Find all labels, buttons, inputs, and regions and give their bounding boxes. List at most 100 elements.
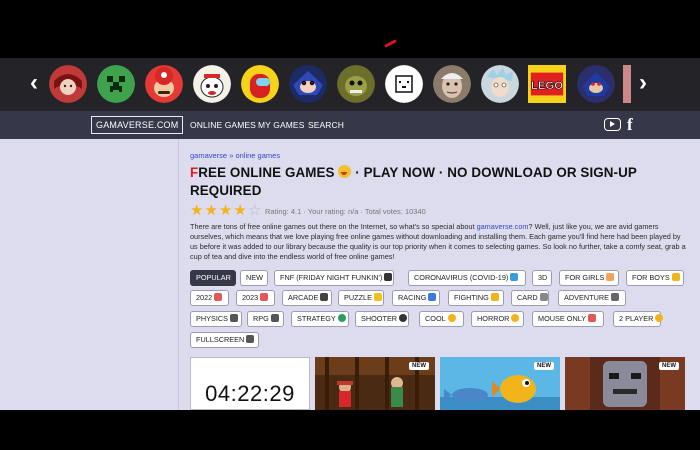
tag-label: CORONAVIRUS (COVID-19) (414, 273, 509, 282)
title-part1: REE ONLINE GAMES (198, 165, 335, 180)
fist-icon (490, 293, 499, 301)
star-2[interactable]: ★ (204, 203, 217, 218)
character-creeper[interactable] (97, 65, 135, 103)
game-tile-2[interactable]: NEW (440, 357, 560, 410)
tag-2-player[interactable]: 2 PLAYER (613, 311, 664, 327)
tag-label: RACING (398, 293, 427, 302)
star-5[interactable]: ☆ (248, 203, 261, 218)
tag-shooter[interactable]: SHOOTER (355, 311, 409, 327)
character-among-us[interactable] (241, 65, 279, 103)
tag-card[interactable]: CARD (511, 290, 549, 306)
scared-face-icon (511, 314, 520, 322)
tag-label: 2023 (242, 293, 259, 302)
character-cuphead[interactable] (193, 65, 231, 103)
character-fnf-girlfriend[interactable] (49, 65, 87, 103)
countdown-tile[interactable]: 04:22:29 (190, 357, 310, 410)
tag-mouse-only[interactable]: MOUSE ONLY (532, 311, 604, 327)
bottom-black-bar (0, 410, 700, 450)
tag-label: NEW (246, 273, 264, 282)
pill-icon (510, 273, 519, 281)
tag-2022[interactable]: 2022 (190, 290, 229, 306)
girl-icon (606, 273, 615, 281)
character-mario[interactable] (145, 65, 183, 103)
character-sonic-dark[interactable] (577, 65, 615, 103)
countdown-timer: 04:22:29 (205, 381, 295, 406)
tag-label: ARCADE (288, 293, 319, 302)
tag-physics[interactable]: PHYSICS (190, 311, 242, 327)
mouse-icon (588, 314, 597, 322)
description-link[interactable]: gamaverse.com (477, 222, 529, 231)
tag-label: ADVENTURE (564, 293, 610, 302)
faces-icon (655, 314, 664, 322)
carousel-next-button[interactable]: › (632, 68, 654, 98)
tag-fighting[interactable]: FIGHTING (448, 290, 504, 306)
carousel-prev-button[interactable]: ‹ (23, 68, 45, 98)
rating-summary: Rating: 4.1 · Your rating: n/a · Total v… (265, 207, 426, 216)
tag-racing[interactable]: RACING (392, 290, 440, 306)
facebook-icon[interactable]: f (627, 115, 633, 135)
calendar-icon (214, 293, 223, 301)
tag-horror[interactable]: HORROR (471, 311, 524, 327)
bulb-icon (373, 293, 382, 301)
tag-label: RPG (253, 314, 269, 323)
tag-2023[interactable]: 2023 (236, 290, 275, 306)
star-3[interactable]: ★ (219, 203, 232, 218)
chat-icon (270, 314, 279, 322)
character-partial[interactable] (623, 65, 631, 103)
tag-fnf[interactable]: FNF (FRIDAY NIGHT FUNKIN') (274, 270, 394, 286)
tag-puzzle[interactable]: PUZZLE (338, 290, 384, 306)
nav-online-games[interactable]: ONLINE GAMES (190, 120, 256, 130)
character-lego[interactable]: LEGO (527, 64, 567, 104)
tag-3d[interactable]: 3D (532, 270, 552, 286)
character-springtrap[interactable] (337, 65, 375, 103)
tag-label: CARD (517, 293, 538, 302)
youtube-icon[interactable] (604, 118, 621, 131)
tag-rpg[interactable]: RPG (247, 311, 284, 327)
tag-label: FOR GIRLS (565, 273, 605, 282)
star-4[interactable]: ★ (233, 203, 246, 218)
game-tile-1[interactable]: NEW (315, 357, 435, 410)
tag-arcade[interactable]: ARCADE (282, 290, 332, 306)
character-carousel: ‹ LEGO › (0, 58, 700, 111)
tag-coronavirus[interactable]: CORONAVIRUS (COVID-19) (408, 270, 526, 286)
tag-label: COOL (425, 314, 446, 323)
svg-text:LEGO: LEGO (531, 80, 563, 92)
character-rick[interactable] (481, 65, 519, 103)
tag-label: 3D (538, 273, 548, 282)
tag-for-boys[interactable]: FOR BOYS (626, 270, 684, 286)
site-logo[interactable]: GAMAVERSE.COM (91, 116, 184, 134)
star-1[interactable]: ★ (190, 203, 203, 218)
tag-for-girls[interactable]: FOR GIRLS (559, 270, 619, 286)
character-sonic-exe[interactable] (289, 65, 327, 103)
tag-popular[interactable]: POPULAR (190, 270, 236, 286)
breadcrumb-home[interactable]: gamaverse (190, 151, 227, 160)
tag-label: FIGHTING (454, 293, 489, 302)
tag-fullscreen[interactable]: FULLSCREEN (190, 332, 259, 348)
tag-label: FNF (FRIDAY NIGHT FUNKIN') (280, 273, 383, 282)
tag-new[interactable]: NEW (240, 270, 268, 286)
description-part1: There are tons of free online games out … (190, 222, 477, 231)
site-description: There are tons of free online games out … (190, 222, 688, 262)
nav-search[interactable]: SEARCH (308, 120, 344, 130)
tag-adventure[interactable]: ADVENTURE (558, 290, 626, 306)
game-tile-3[interactable]: NEW (565, 357, 685, 410)
sunglasses-icon (447, 314, 456, 322)
tag-cool[interactable]: COOL (419, 311, 464, 327)
tag-strategy[interactable]: STRATEGY (291, 311, 349, 327)
tag-label: 2022 (196, 293, 213, 302)
new-badge: NEW (534, 362, 554, 370)
tag-label: FULLSCREEN (196, 335, 245, 344)
magnifier-icon (611, 293, 620, 301)
tv-icon (246, 335, 255, 343)
page-title: FREE ONLINE GAMES · PLAY NOW · NO DOWNLO… (190, 164, 660, 200)
sidebar-divider (178, 139, 179, 410)
breadcrumb-current[interactable]: online games (235, 151, 280, 160)
tag-label: SHOOTER (361, 314, 398, 323)
tag-label: HORROR (477, 314, 510, 323)
tag-label: FOR BOYS (632, 273, 670, 282)
tongue-emoji-icon (338, 165, 352, 178)
bomb-icon (399, 314, 408, 322)
nav-my-games[interactable]: MY GAMES (258, 120, 304, 130)
character-annoying-dog[interactable] (385, 65, 423, 103)
character-granny[interactable] (433, 65, 471, 103)
